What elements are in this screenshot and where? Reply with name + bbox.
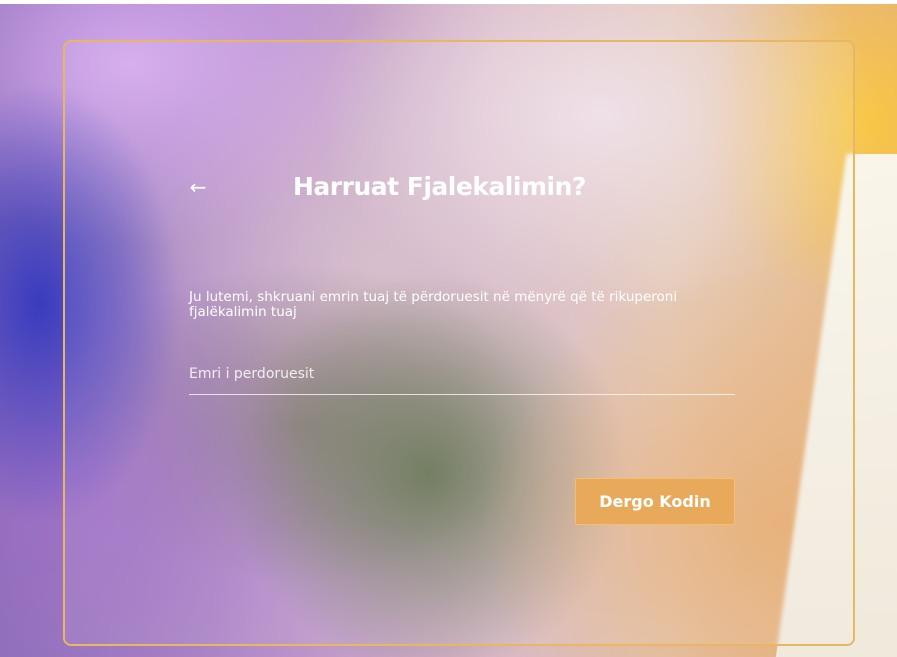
username-field: [189, 354, 735, 395]
send-code-button[interactable]: Dergo Kodin: [575, 478, 735, 525]
username-input[interactable]: [189, 354, 735, 394]
screen: ← Harruat Fjalekalimin? Ju lutemi, shkru…: [0, 0, 897, 657]
forgot-password-card: ← Harruat Fjalekalimin? Ju lutemi, shkru…: [63, 40, 855, 646]
back-arrow-icon[interactable]: ←: [183, 172, 213, 202]
page-title: Harruat Fjalekalimin?: [293, 172, 586, 201]
instruction-text: Ju lutemi, shkruani emrin tuaj të përdor…: [189, 289, 678, 320]
